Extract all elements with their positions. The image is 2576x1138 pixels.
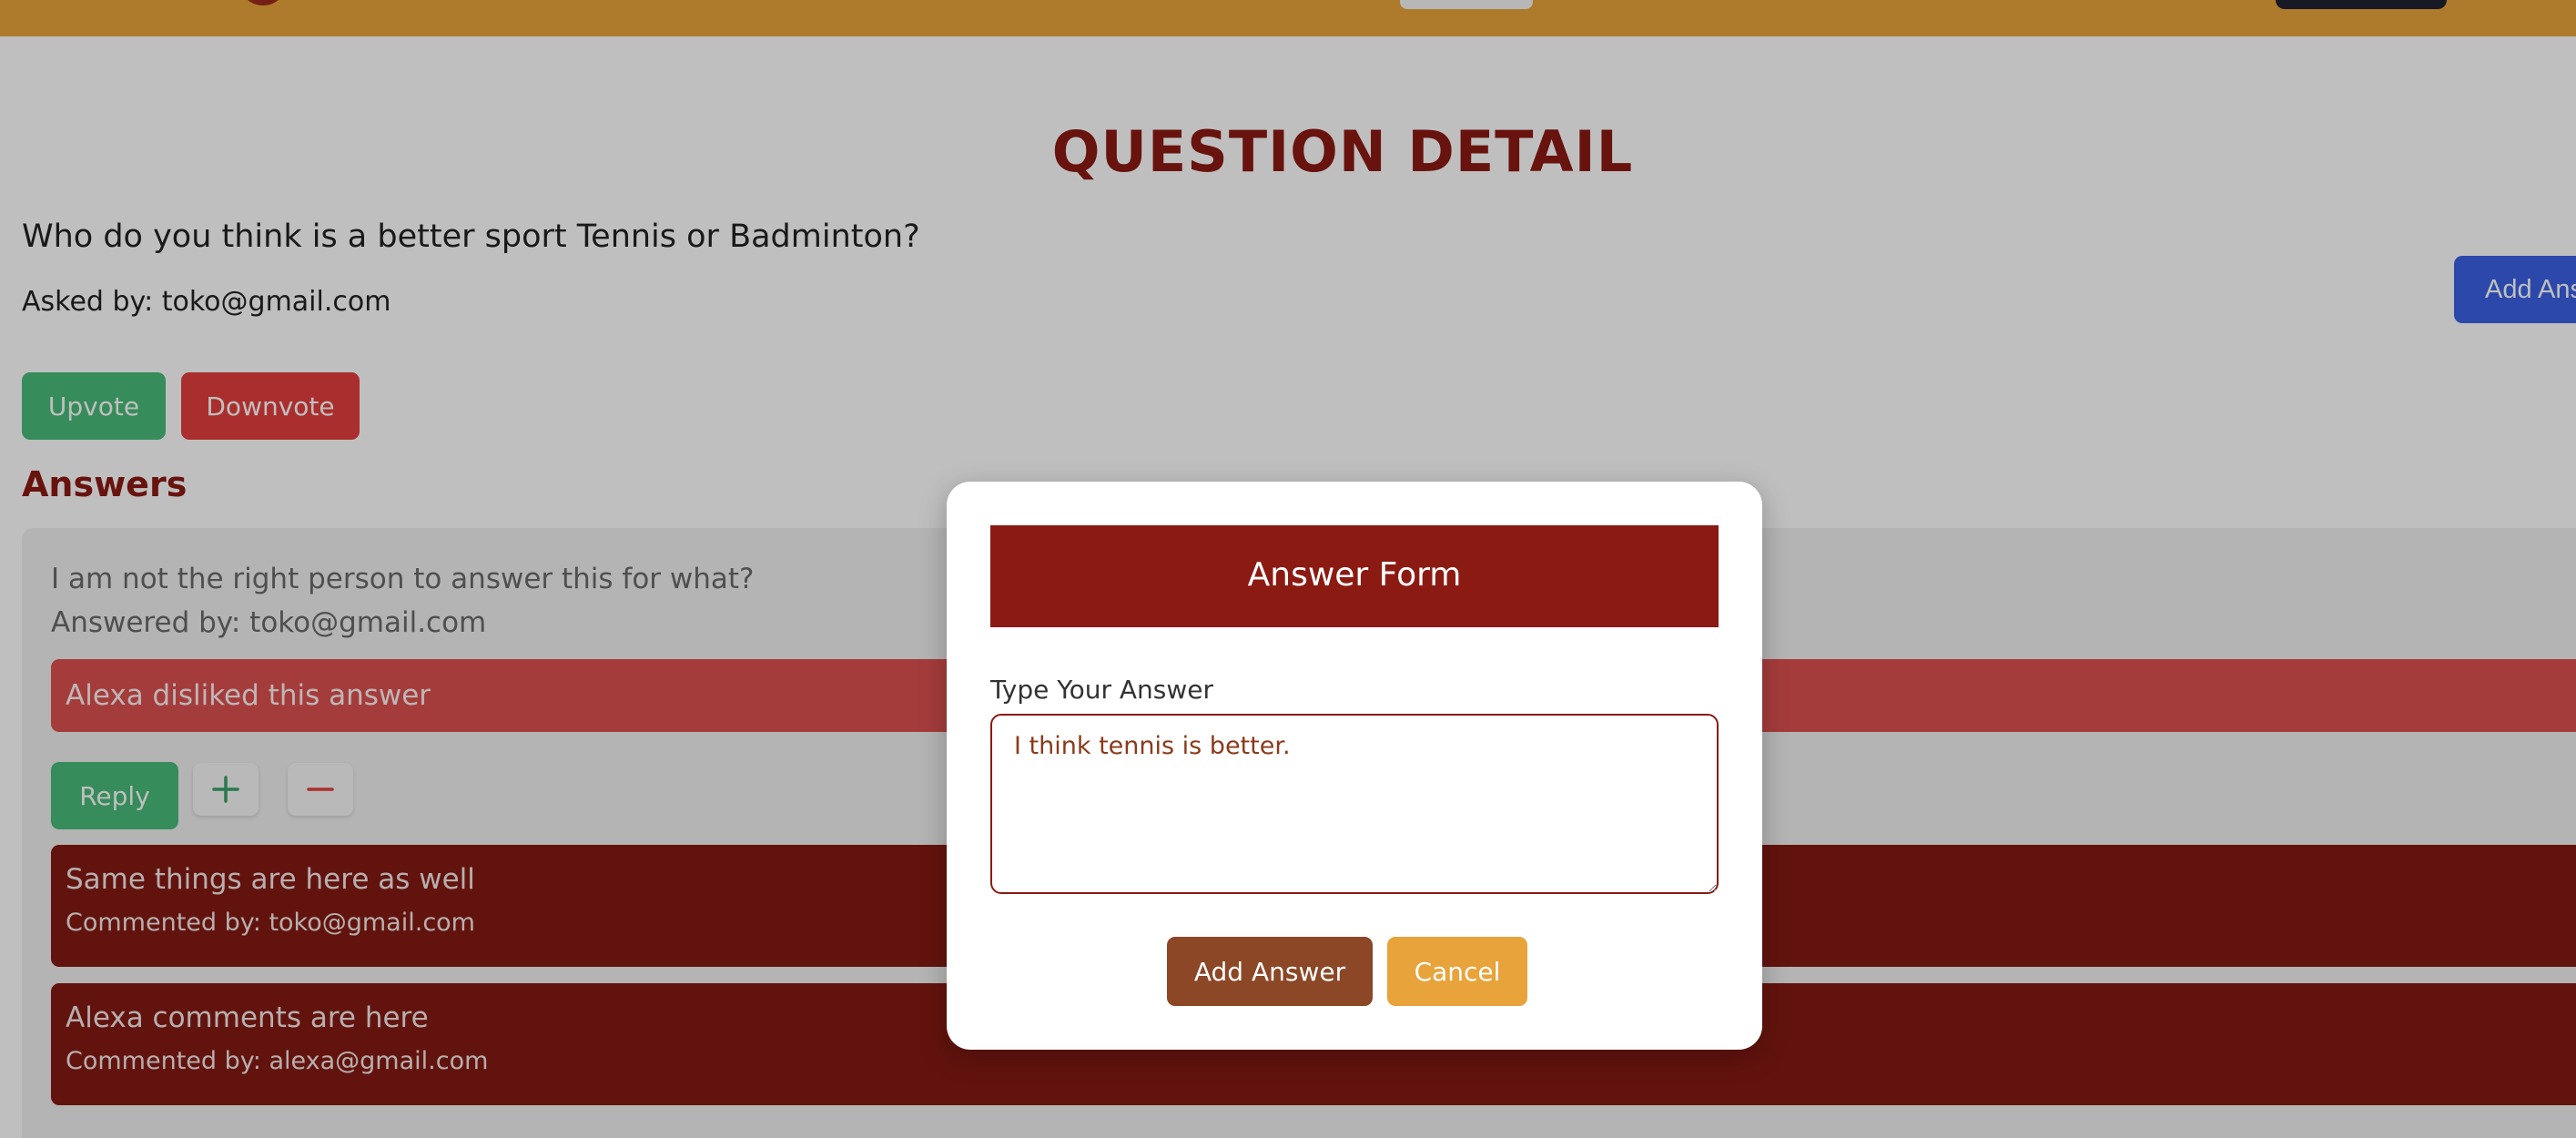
- answer-field-label: Type Your Answer: [990, 675, 1214, 705]
- modal-title: Answer Form: [1247, 556, 1462, 594]
- submit-answer-button[interactable]: Add Answer: [1167, 937, 1373, 1006]
- answer-textarea[interactable]: I think tennis is better.: [990, 714, 1719, 894]
- modal-header: Answer Form: [990, 525, 1719, 627]
- cancel-button[interactable]: Cancel: [1387, 937, 1527, 1006]
- answer-form-modal: Answer Form Type Your Answer I think ten…: [947, 482, 1762, 1050]
